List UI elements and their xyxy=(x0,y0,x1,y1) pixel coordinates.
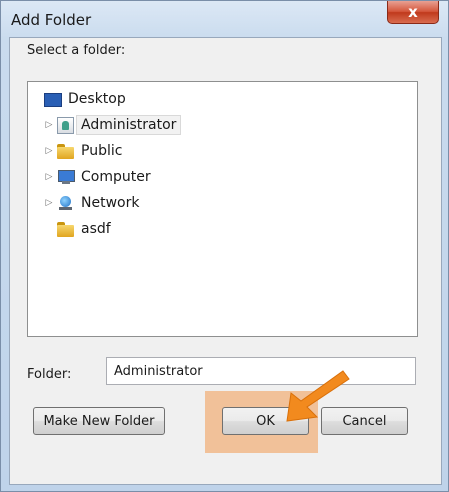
dialog-title: Add Folder xyxy=(11,11,92,29)
tree-item-computer[interactable]: ▷ Computer xyxy=(44,166,151,188)
expand-arrow-icon[interactable]: ▷ xyxy=(44,172,54,182)
computer-icon xyxy=(57,169,75,185)
tree-item-label: Public xyxy=(81,143,123,159)
tree-item-label: Computer xyxy=(81,169,151,185)
make-new-folder-button[interactable]: Make New Folder xyxy=(33,407,165,435)
close-button[interactable]: x xyxy=(387,1,439,24)
folder-name-input[interactable] xyxy=(106,357,416,385)
pointer-arrow-icon xyxy=(286,370,350,422)
tree-item-desktop[interactable]: Desktop xyxy=(44,88,126,110)
desktop-icon xyxy=(44,91,62,107)
tree-item-administrator[interactable]: ▷ Administrator xyxy=(44,114,182,136)
tree-item-label: Network xyxy=(81,195,140,211)
tree-item-label: asdf xyxy=(81,221,111,237)
network-icon xyxy=(57,195,75,211)
close-icon: x xyxy=(408,2,418,21)
user-folder-icon xyxy=(57,116,74,134)
tree-item-public[interactable]: ▷ Public xyxy=(44,140,122,162)
tree-item-label: Administrator xyxy=(76,115,182,135)
dialog-window: Add Folder x Select a folder: Desktop ▷ … xyxy=(0,0,449,492)
folder-tree[interactable]: Desktop ▷ Administrator ▷ Public ▷ Compu… xyxy=(27,81,418,337)
folder-icon xyxy=(57,221,75,237)
tree-item-network[interactable]: ▷ Network xyxy=(44,192,140,214)
select-folder-prompt: Select a folder: xyxy=(27,43,126,58)
tree-item-label: Desktop xyxy=(68,91,126,107)
tree-item-asdf[interactable]: asdf xyxy=(57,218,111,240)
folder-icon xyxy=(57,143,75,159)
expand-arrow-icon[interactable]: ▷ xyxy=(44,198,54,208)
expand-arrow-icon[interactable]: ▷ xyxy=(44,146,54,156)
folder-field-label: Folder: xyxy=(27,367,72,382)
title-bar[interactable]: Add Folder x xyxy=(1,1,448,37)
expand-arrow-icon[interactable]: ▷ xyxy=(44,120,54,130)
